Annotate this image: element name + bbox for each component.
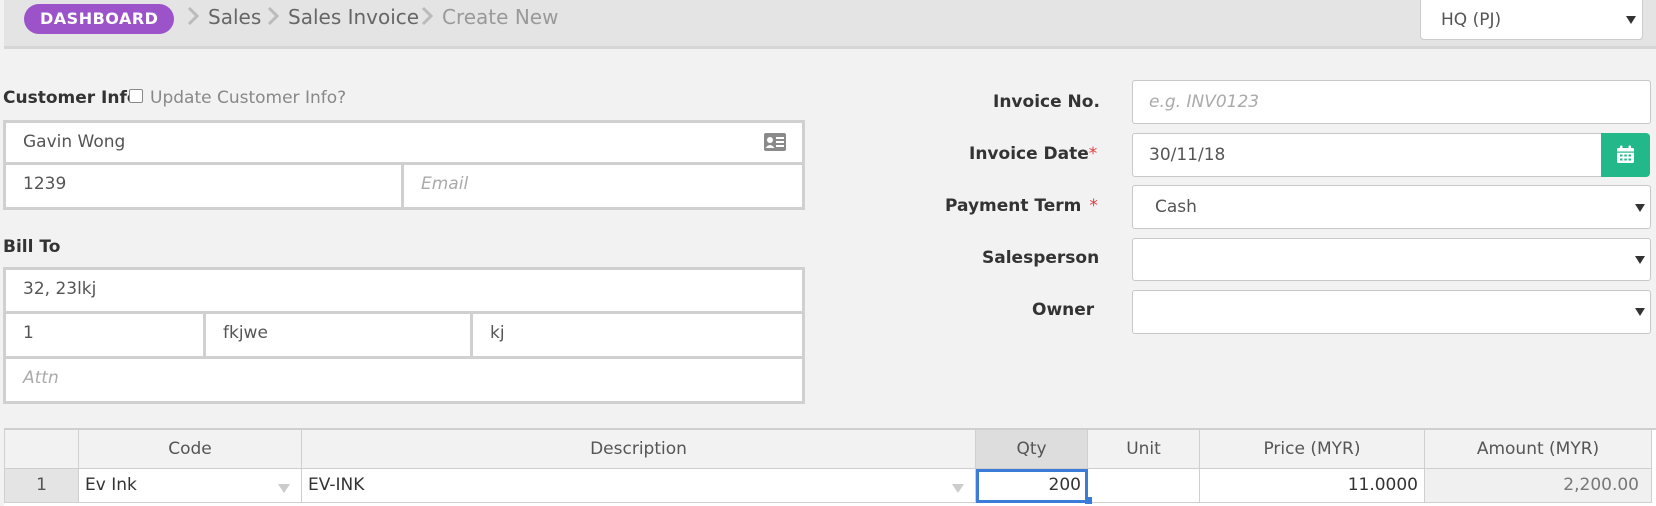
grid-cell-unit[interactable] (1088, 469, 1200, 503)
breadcrumb-create-new: Create New (442, 5, 559, 29)
chevron-down-icon[interactable] (278, 484, 290, 493)
grid-cell-description[interactable]: EV-INK (302, 469, 976, 503)
invoice-no-placeholder: e.g. INV0123 (1149, 92, 1260, 112)
branch-select-value: HQ (PJ) (1441, 10, 1502, 30)
grid-header-unit[interactable]: Unit (1088, 430, 1200, 469)
customer-name-value: Gavin Wong (23, 132, 126, 152)
grid-header-price[interactable]: Price (MYR) (1200, 430, 1425, 469)
bill-attn-field[interactable]: Attn (3, 356, 805, 404)
invoice-date-value: 30/11/18 (1149, 145, 1226, 165)
bill-to-label: Bill To (3, 237, 61, 257)
customer-email-placeholder: Email (421, 174, 469, 194)
items-grid: Code Description Qty Unit Price (MYR) Am… (4, 428, 1656, 506)
payment-term-value: Cash (1155, 197, 1197, 217)
grid-cell-price[interactable]: 11.0000 (1200, 469, 1425, 503)
update-customer-checkbox[interactable] (129, 87, 143, 106)
grid-header-index (4, 430, 79, 469)
calendar-button[interactable] (1601, 133, 1650, 177)
chevron-right-icon (267, 6, 280, 26)
salesperson-label: Salesperson (982, 248, 1100, 268)
update-customer-label[interactable]: Update Customer Info? (150, 88, 346, 108)
grid-row-index[interactable]: 1 (4, 469, 79, 503)
bill-address-field[interactable]: 32, 23lkj (3, 267, 805, 314)
required-mark: * (1089, 196, 1098, 216)
grid-cell-code[interactable]: Ev Ink (79, 469, 302, 503)
grid-cell-qty[interactable]: 200 (976, 469, 1088, 503)
customer-name-field[interactable]: Gavin Wong (3, 120, 805, 165)
bill-address-value: 32, 23lkj (23, 279, 97, 299)
breadcrumb-sales[interactable]: Sales (208, 5, 261, 29)
customer-email-field[interactable]: Email (401, 162, 805, 210)
chevron-down-icon[interactable] (952, 484, 964, 493)
invoice-no-label: Invoice No. (993, 92, 1100, 112)
grid-cell-description-value: EV-INK (308, 475, 365, 495)
customer-phone-field[interactable]: 1239 (3, 162, 404, 210)
dashboard-link[interactable]: DASHBOARD (24, 4, 175, 34)
customer-phone-value: 1239 (23, 174, 67, 194)
owner-select[interactable] (1132, 290, 1651, 334)
grid-header-description[interactable]: Description (302, 430, 976, 469)
grid-header-qty[interactable]: Qty (976, 430, 1088, 469)
customer-info-label: Customer Info (3, 88, 139, 108)
salesperson-select[interactable] (1132, 238, 1651, 281)
bill-state-field[interactable]: kj (470, 311, 805, 359)
branch-select[interactable]: HQ (PJ) (1420, 0, 1643, 40)
payment-term-label: Payment Term * (945, 196, 1098, 216)
bill-city-field[interactable]: fkjwe (203, 311, 473, 359)
owner-label: Owner (1032, 300, 1095, 320)
required-mark: * (1088, 144, 1098, 164)
bill-attn-placeholder: Attn (23, 368, 59, 388)
grid-header-code[interactable]: Code (79, 430, 302, 469)
payment-term-select[interactable]: Cash (1132, 185, 1651, 229)
invoice-no-input[interactable]: e.g. INV0123 (1132, 80, 1651, 124)
bill-postcode-field[interactable]: 1 (3, 311, 206, 359)
bill-city-value: fkjwe (223, 323, 268, 343)
invoice-date-label: Invoice Date* (969, 144, 1098, 164)
breadcrumb-sales-invoice[interactable]: Sales Invoice (288, 5, 419, 29)
chevron-right-icon (421, 6, 434, 26)
chevron-down-icon (1635, 204, 1645, 212)
bill-postcode-value: 1 (23, 323, 34, 343)
chevron-down-icon (1635, 256, 1645, 264)
bill-state-value: kj (490, 323, 505, 343)
chevron-down-icon (1635, 308, 1645, 316)
chevron-right-icon (187, 6, 200, 26)
grid-header-amount[interactable]: Amount (MYR) (1425, 430, 1652, 469)
calendar-icon (1617, 145, 1634, 163)
grid-cell-code-value: Ev Ink (85, 475, 137, 495)
fill-handle[interactable] (1085, 497, 1092, 504)
grid-cell-amount: 2,200.00 (1425, 469, 1652, 503)
contact-card-icon[interactable] (763, 132, 787, 152)
invoice-date-input[interactable]: 30/11/18 (1132, 133, 1602, 177)
chevron-down-icon (1626, 16, 1636, 24)
